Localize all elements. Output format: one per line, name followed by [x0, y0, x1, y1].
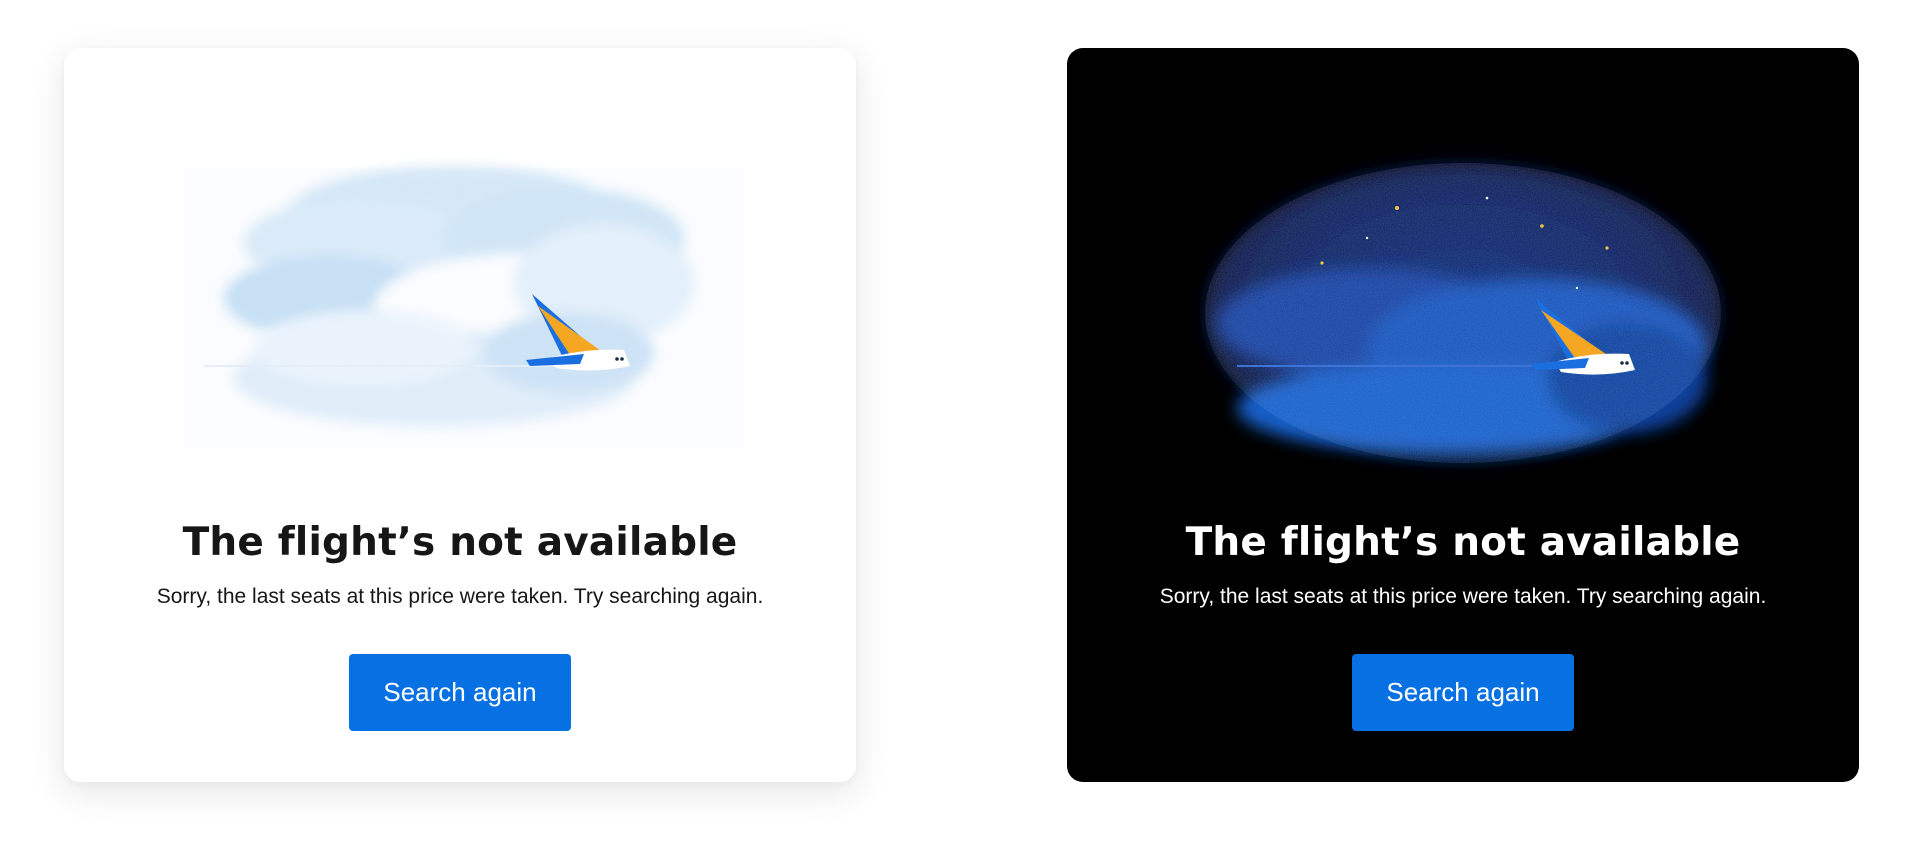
error-message: Sorry, the last seats at this price were…	[156, 585, 764, 608]
error-message: Sorry, the last seats at this price were…	[1159, 585, 1767, 608]
dark-error-card: The flight’s not available Sorry, the la…	[1067, 48, 1859, 782]
search-again-button[interactable]: Search again	[349, 654, 571, 731]
light-error-card: The flight’s not available Sorry, the la…	[64, 48, 856, 782]
page-title: The flight’s not available	[182, 520, 738, 565]
search-again-button[interactable]: Search again	[1352, 654, 1574, 731]
page-title: The flight’s not available	[1185, 520, 1741, 565]
plane-clouds-night-illustration	[1205, 163, 1721, 463]
plane-clouds-day-illustration	[184, 166, 744, 448]
page: The flight’s not available Sorry, the la…	[0, 0, 1920, 861]
